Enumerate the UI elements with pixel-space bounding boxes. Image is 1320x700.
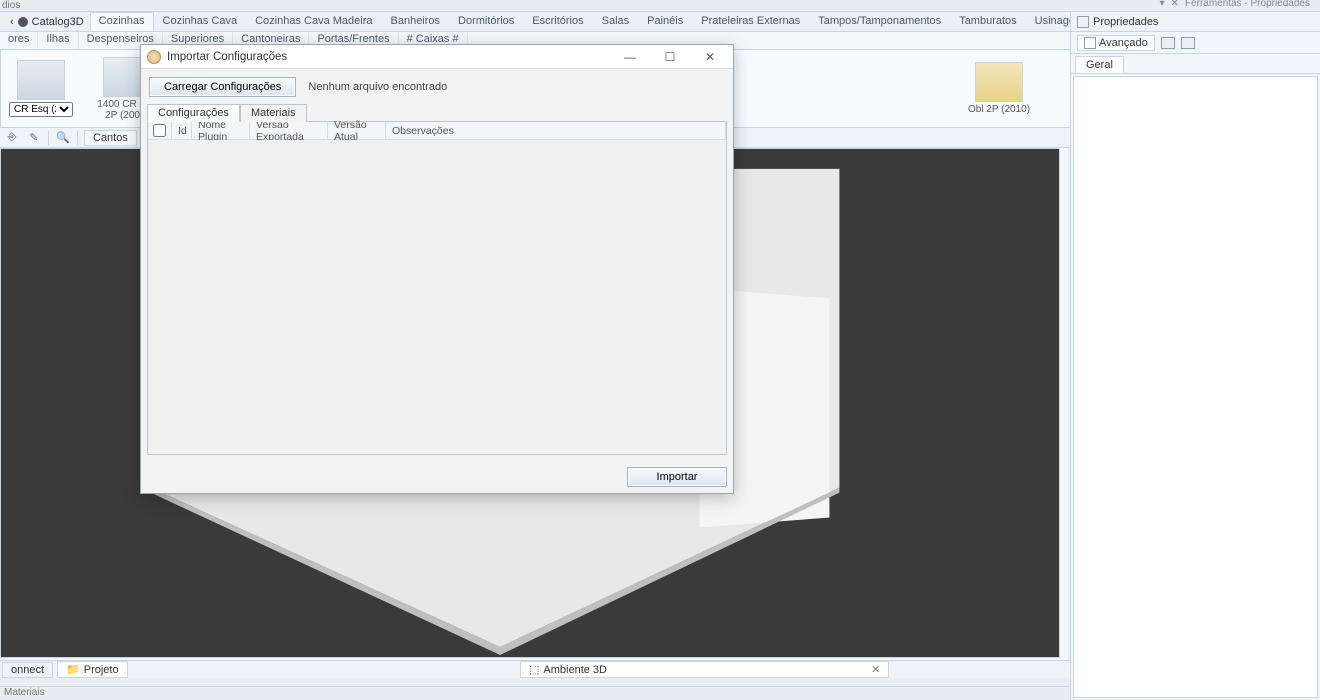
grid-col-id[interactable]: Id xyxy=(172,122,192,140)
app-icon xyxy=(147,50,161,64)
tab-cozinhas-cava-madeira[interactable]: Cozinhas Cava Madeira xyxy=(246,12,381,31)
grid-col-nome-plugin[interactable]: Nome Plugin xyxy=(192,122,250,140)
pin-icon[interactable]: ▾ xyxy=(1160,0,1165,9)
properties-title: Propriedades xyxy=(1093,16,1158,28)
bottom-tab-label: Projeto xyxy=(84,664,119,676)
tool-icon-1[interactable]: ⎆ xyxy=(4,130,20,146)
tab-tampos[interactable]: Tampos/Tamponamentos xyxy=(809,12,950,31)
binocular-icon[interactable]: 🔍 xyxy=(55,130,71,146)
dialog-tab-config[interactable]: Configurações xyxy=(147,104,240,122)
tab-escritorios[interactable]: Escritórios xyxy=(523,12,592,31)
properties-body xyxy=(1073,76,1318,698)
dialog-status-text: Nenhum arquivo encontrado xyxy=(308,81,447,93)
properties-tabs: Geral xyxy=(1071,54,1320,74)
bottom-tab-connect[interactable]: onnect xyxy=(2,662,53,678)
grid-col-versao-atual[interactable]: Versão Atual xyxy=(328,122,386,140)
folder-icon: 📁 xyxy=(66,663,80,676)
close-icon[interactable]: ✕ xyxy=(1171,0,1179,9)
thumb-image xyxy=(975,62,1023,102)
sub-ores[interactable]: ores xyxy=(0,32,38,49)
select-all-checkbox[interactable] xyxy=(153,124,166,137)
advanced-label: Avançado xyxy=(1099,37,1148,49)
chevron-left-icon[interactable]: ‹ xyxy=(10,16,14,28)
top-hint: dios xyxy=(2,0,20,11)
minimize-button[interactable]: — xyxy=(613,46,647,68)
cube-icon: ⬚ xyxy=(529,663,539,676)
catalog-chip[interactable]: ‹ Catalog3D xyxy=(4,12,90,31)
thumb-image xyxy=(17,60,65,100)
grid-body-empty xyxy=(148,140,726,454)
tool-icon-2[interactable]: ✎ xyxy=(26,130,42,146)
grid-col-versao-exportada[interactable]: Versão Exportada xyxy=(250,122,328,140)
dialog-footer: Importar xyxy=(141,461,733,493)
mini-tab-cantos[interactable]: Cantos xyxy=(84,130,137,146)
tab-tamburatos[interactable]: Tamburatos xyxy=(950,12,1025,31)
properties-icon xyxy=(1077,16,1089,28)
dialog-title: Importar Configurações xyxy=(167,51,607,63)
status-text: Materiais xyxy=(4,687,45,698)
grid-col-observacoes[interactable]: Observações xyxy=(386,122,726,140)
catalog-label: Catalog3D xyxy=(32,16,84,28)
close-button[interactable]: ✕ xyxy=(693,46,727,68)
properties-panel: Propriedades Avançado Geral xyxy=(1070,12,1320,700)
sub-ilhas[interactable]: Ilhas xyxy=(38,32,78,49)
advanced-button[interactable]: Avançado xyxy=(1077,35,1155,51)
tab-salas[interactable]: Salas xyxy=(593,12,639,31)
grid-header: Id Nome Plugin Versão Exportada Versão A… xyxy=(148,122,726,140)
tab-paineis[interactable]: Painéis xyxy=(638,12,692,31)
bottom-tab-ambiente[interactable]: ⬚ Ambiente 3D ✕ xyxy=(520,661,889,678)
dialog-titlebar[interactable]: Importar Configurações — ☐ ✕ xyxy=(141,45,733,69)
properties-header: Propriedades xyxy=(1071,12,1320,32)
import-config-dialog: Importar Configurações — ☐ ✕ Carregar Co… xyxy=(140,44,734,494)
grid-col-checkbox[interactable] xyxy=(148,122,172,140)
import-button[interactable]: Importar xyxy=(627,467,727,487)
tab-cozinhas[interactable]: Cozinhas xyxy=(90,12,154,31)
bottom-tab-projeto[interactable]: 📁 Projeto xyxy=(57,661,128,678)
maximize-button[interactable]: ☐ xyxy=(653,46,687,68)
list-icon[interactable] xyxy=(1181,37,1195,49)
dialog-top-row: Carregar Configurações Nenhum arquivo en… xyxy=(141,69,733,103)
properties-toolbar: Avançado xyxy=(1071,32,1320,54)
advanced-icon xyxy=(1084,37,1096,49)
dialog-tabs: Configurações Materiais xyxy=(141,103,733,121)
close-icon[interactable]: ✕ xyxy=(871,663,880,676)
tab-prateleiras[interactable]: Prateleiras Externas xyxy=(692,12,809,31)
top-right-tool-title: ▾ ✕ Ferramentas - Propriedades xyxy=(1160,0,1310,9)
grid-icon[interactable] xyxy=(1161,37,1175,49)
bottom-tab-label: Ambiente 3D xyxy=(543,664,607,676)
top-strip: dios ▾ ✕ Ferramentas - Propriedades xyxy=(0,0,1320,12)
gallery-thumb-1[interactable]: CR Esq (200 xyxy=(7,60,75,117)
tool-title-label: Ferramentas - Propriedades xyxy=(1185,0,1310,9)
tab-dormitorios[interactable]: Dormitórios xyxy=(449,12,523,31)
properties-tab-geral[interactable]: Geral xyxy=(1075,56,1124,73)
tab-banheiros[interactable]: Banheiros xyxy=(382,12,450,31)
tab-cozinhas-cava[interactable]: Cozinhas Cava xyxy=(154,12,247,31)
thumb-select[interactable]: CR Esq (200 xyxy=(9,102,73,117)
load-config-button[interactable]: Carregar Configurações xyxy=(149,77,296,97)
dialog-tab-materials[interactable]: Materiais xyxy=(240,104,307,122)
gallery-thumb-far[interactable]: Obl 2P (2010) xyxy=(965,62,1033,115)
dialog-grid: Id Nome Plugin Versão Exportada Versão A… xyxy=(147,121,727,455)
catalog-dot-icon xyxy=(18,17,28,27)
thumb-label: Obl 2P (2010) xyxy=(968,104,1030,115)
